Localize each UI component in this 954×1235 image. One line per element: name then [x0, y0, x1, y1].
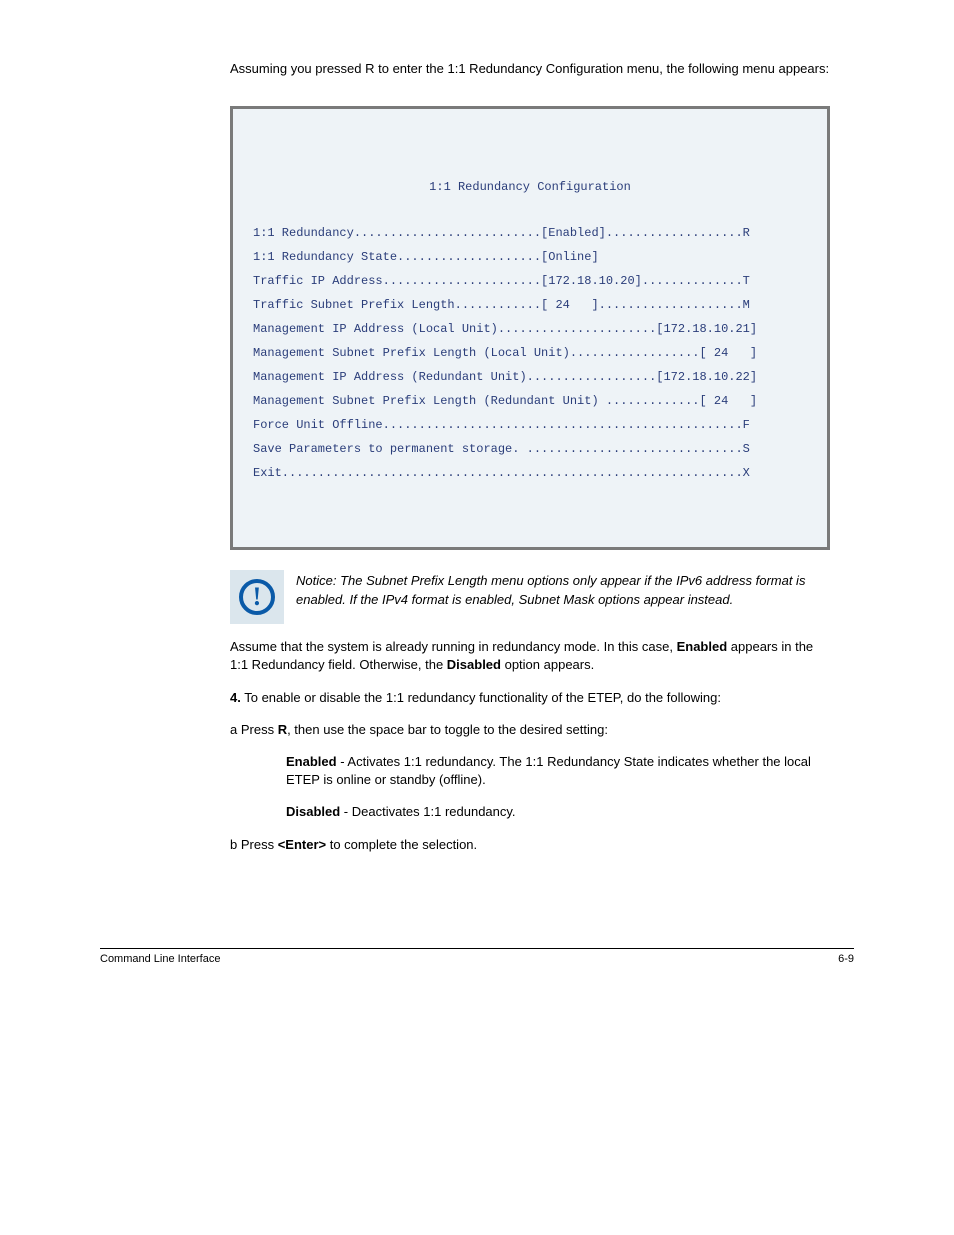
- config-line: Traffic IP Address......................…: [253, 269, 807, 293]
- footer-right: 6-9: [838, 953, 854, 965]
- intro-note: Assuming you pressed R to enter the 1:1 …: [230, 60, 854, 78]
- config-line: 1:1 Redundancy..........................…: [253, 221, 807, 245]
- option-enabled: Enabled - Activates 1:1 redundancy. The …: [286, 753, 830, 789]
- substep-b: b Press <Enter> to complete the selectio…: [230, 836, 830, 854]
- config-line: Traffic Subnet Prefix Length............…: [253, 293, 807, 317]
- config-line: Exit....................................…: [253, 461, 807, 485]
- redundancy-config-box: 1:1 Redundancy Configuration 1:1 Redundan…: [230, 106, 830, 550]
- alert-icon: !: [239, 579, 275, 615]
- footer-rule: [100, 948, 854, 949]
- config-line: Management Subnet Prefix Length (Local U…: [253, 341, 807, 365]
- paragraph-redundancy-status: Assume that the system is already runnin…: [230, 638, 830, 674]
- page-footer: Command Line Interface 6-9: [100, 953, 854, 965]
- notice-text: Notice: The Subnet Prefix Length menu op…: [296, 572, 830, 610]
- config-line: Save Parameters to permanent storage. ..…: [253, 437, 807, 461]
- config-title: 1:1 Redundancy Configuration: [253, 175, 807, 199]
- footer-left: Command Line Interface: [100, 953, 220, 965]
- notice-icon-wrap: !: [230, 570, 284, 624]
- step-4: 4. To enable or disable the 1:1 redundan…: [230, 689, 830, 707]
- substep-a: a Press R, then use the space bar to tog…: [230, 721, 830, 739]
- option-disabled: Disabled - Deactivates 1:1 redundancy.: [286, 803, 830, 821]
- body-text: Assume that the system is already runnin…: [230, 638, 830, 854]
- config-line: Management IP Address (Redundant Unit)..…: [253, 365, 807, 389]
- config-line: Management IP Address (Local Unit)......…: [253, 317, 807, 341]
- config-line: Force Unit Offline......................…: [253, 413, 807, 437]
- notice-block: ! Notice: The Subnet Prefix Length menu …: [230, 570, 830, 624]
- config-line: Management Subnet Prefix Length (Redunda…: [253, 389, 807, 413]
- config-line: 1:1 Redundancy State....................…: [253, 245, 807, 269]
